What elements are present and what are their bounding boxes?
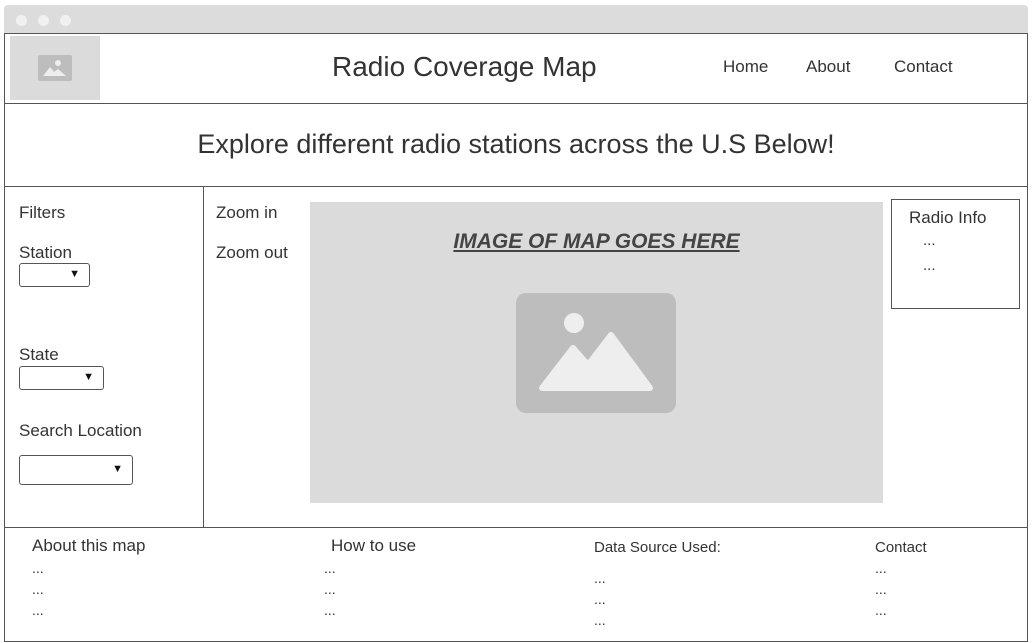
window-dot-icon — [60, 15, 71, 26]
banner: Explore different radio stations across … — [4, 104, 1028, 187]
footer-data-source-title: Data Source Used: — [594, 539, 721, 556]
logo[interactable] — [10, 36, 100, 100]
footer-about-line: ... — [32, 581, 44, 597]
state-label: State — [19, 345, 59, 364]
footer-how-to-use-title: How to use — [331, 536, 417, 555]
station-label: Station — [19, 243, 72, 262]
footer-contact-title: Contact — [875, 539, 927, 556]
footer-how-to-use-line: ... — [324, 581, 336, 597]
footer-about-line: ... — [32, 560, 44, 576]
footer-about-line: ... — [32, 602, 44, 618]
station-select[interactable]: ▼ — [19, 263, 90, 287]
footer: About this map ... ... ... How to use ..… — [4, 527, 1028, 641]
footer-data-source-line: ... — [594, 612, 606, 628]
image-placeholder-icon — [516, 293, 676, 413]
map-area[interactable]: IMAGE OF MAP GOES HERE — [310, 202, 883, 503]
footer-how-to-use-line: ... — [324, 560, 336, 576]
footer-how-to-use-line: ... — [324, 602, 336, 618]
footer-data-source-line: ... — [594, 591, 606, 607]
filters-heading: Filters — [19, 203, 66, 222]
map-caption: IMAGE OF MAP GOES HERE — [453, 230, 740, 253]
chevron-down-icon: ▼ — [69, 268, 80, 280]
chevron-down-icon: ▼ — [83, 371, 94, 383]
nav-about-link[interactable]: About — [806, 57, 850, 77]
nav-home-link[interactable]: Home — [723, 57, 768, 77]
nav-contact-link[interactable]: Contact — [894, 57, 953, 77]
window-dot-icon — [16, 15, 27, 26]
footer-data-source-line: ... — [594, 570, 606, 586]
header: Radio Coverage Map Home About Contact — [4, 33, 1028, 104]
zoom-in-link[interactable]: Zoom in — [216, 203, 277, 223]
zoom-out-link[interactable]: Zoom out — [216, 243, 288, 263]
chevron-down-icon: ▼ — [112, 463, 123, 475]
image-placeholder-icon — [38, 55, 72, 81]
footer-contact-line: ... — [875, 581, 887, 597]
footer-about-title: About this map — [32, 536, 146, 555]
radio-info-line: ... — [923, 232, 936, 249]
radio-info-panel: Radio Info ... ... — [891, 199, 1020, 309]
browser-chrome — [4, 5, 1028, 34]
banner-text: Explore different radio stations across … — [197, 129, 835, 159]
footer-contact-line: ... — [875, 560, 887, 576]
search-location-select[interactable]: ▼ — [19, 455, 133, 485]
radio-info-line: ... — [923, 257, 936, 274]
footer-contact-line: ... — [875, 602, 887, 618]
window-dot-icon — [38, 15, 49, 26]
search-location-label: Search Location — [19, 421, 142, 440]
filters-sidebar: Filters Station ▼ State ▼ Search Locatio… — [4, 187, 204, 527]
radio-info-title: Radio Info — [909, 208, 987, 227]
state-select[interactable]: ▼ — [19, 366, 104, 390]
page-title: Radio Coverage Map — [332, 51, 597, 82]
